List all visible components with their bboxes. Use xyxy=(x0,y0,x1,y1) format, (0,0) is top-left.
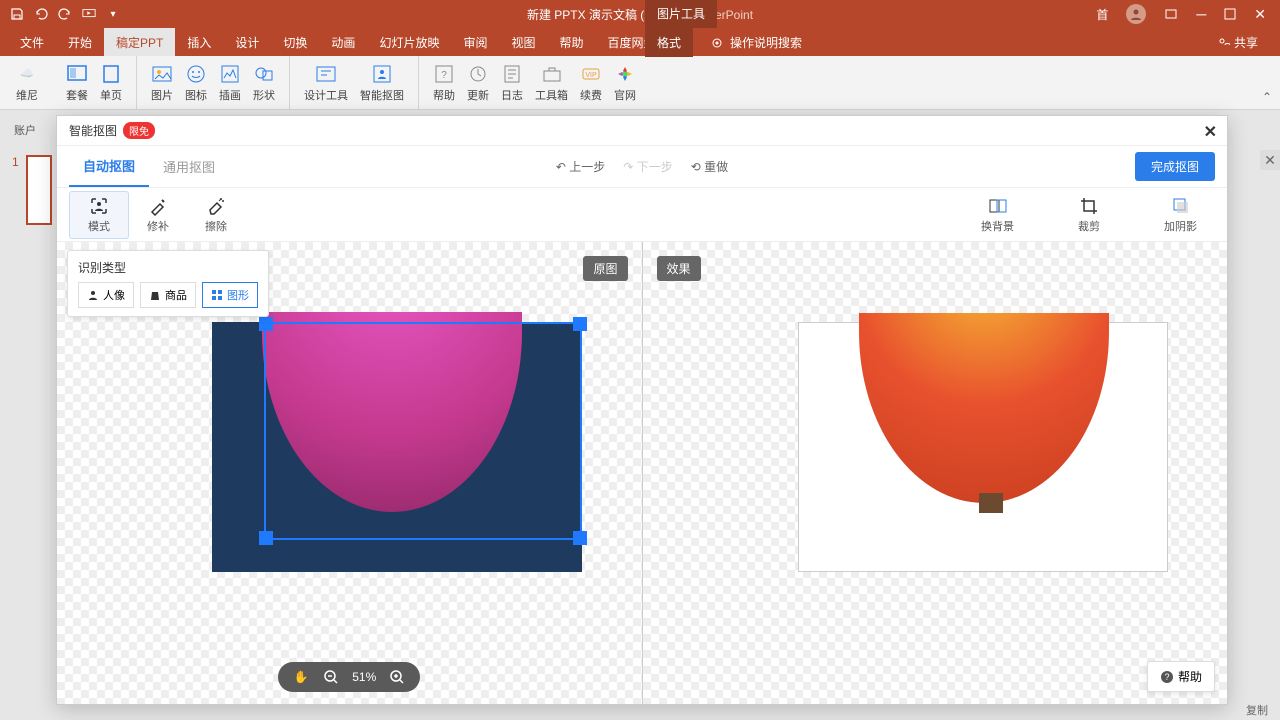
tab-transition[interactable]: 切换 xyxy=(271,28,319,56)
result-label: 效果 xyxy=(657,256,701,281)
tool-erase[interactable]: 擦除 xyxy=(187,196,245,234)
result-pane: 效果 ? 帮助 xyxy=(642,242,1228,704)
original-image[interactable] xyxy=(212,322,582,572)
svg-text:VIP: VIP xyxy=(585,72,597,79)
slide-thumbnail[interactable] xyxy=(26,155,52,225)
maximize-icon[interactable] xyxy=(1224,8,1236,20)
tell-me-search[interactable]: 操作说明搜索 xyxy=(700,28,812,57)
handle-tr[interactable] xyxy=(573,317,587,331)
tool-change-bg[interactable]: 换背景 xyxy=(963,196,1032,234)
rb-log[interactable]: 日志 xyxy=(495,63,529,103)
status-text: 复制 xyxy=(1246,702,1268,718)
share-button[interactable]: 共享 xyxy=(1208,28,1268,57)
original-label: 原图 xyxy=(583,256,627,281)
tab-file[interactable]: 文件 xyxy=(8,28,56,56)
tool-mode[interactable]: 模式 xyxy=(69,191,129,239)
tab-auto-cutout[interactable]: 自动抠图 xyxy=(69,146,149,187)
pan-icon[interactable]: ✋ xyxy=(292,668,310,686)
tool-shadow[interactable]: 加阴影 xyxy=(1146,196,1215,234)
context-tool-tab: 图片工具 xyxy=(645,0,717,28)
modal-close-button[interactable]: ✕ xyxy=(1204,122,1217,142)
help-button[interactable]: ? 帮助 xyxy=(1147,661,1215,692)
zoom-value: 51% xyxy=(352,670,376,684)
tool-crop[interactable]: 裁剪 xyxy=(1060,196,1118,234)
rb-illus[interactable]: 插画 xyxy=(213,63,247,103)
rb-design-tool[interactable]: 设计工具 xyxy=(298,63,354,103)
recog-product[interactable]: 商品 xyxy=(140,282,196,308)
recognition-type-box: 识别类型 人像 商品 图形 xyxy=(67,250,269,317)
reset-button[interactable]: ⟲ 重做 xyxy=(691,158,728,175)
tool-repair[interactable]: 修补 xyxy=(129,196,187,234)
original-pane: 原图 识别类型 人像 商品 图形 ✋ xyxy=(57,242,642,704)
rb-toolbox[interactable]: 工具箱 xyxy=(529,63,574,103)
tab-help[interactable]: 帮助 xyxy=(547,28,595,56)
undo-icon[interactable] xyxy=(34,7,48,21)
collapse-ribbon-icon[interactable]: ⌃ xyxy=(1262,90,1272,104)
rb-icon[interactable]: 图标 xyxy=(179,63,213,103)
svg-text:?: ? xyxy=(441,70,447,81)
rb-template[interactable]: 套餐 xyxy=(60,63,94,103)
window-title: 新建 PPTX 演示文稿 (2).pptx - PowerPoint xyxy=(527,6,753,23)
rb-update[interactable]: 更新 xyxy=(461,63,495,103)
free-badge: 限免 xyxy=(123,122,155,139)
tab-slideshow[interactable]: 幻灯片放映 xyxy=(367,28,451,56)
ribbon-display-icon[interactable] xyxy=(1164,7,1178,21)
tab-general-cutout[interactable]: 通用抠图 xyxy=(149,147,229,186)
avatar[interactable] xyxy=(1126,4,1146,24)
save-icon[interactable] xyxy=(10,7,24,21)
user-label: 首 xyxy=(1096,6,1108,23)
recog-graphic[interactable]: 图形 xyxy=(202,282,258,308)
tab-gaoding[interactable]: 稿定PPT xyxy=(104,28,175,56)
tab-review[interactable]: 审阅 xyxy=(451,28,499,56)
tab-home[interactable]: 开始 xyxy=(56,28,104,56)
rb-single[interactable]: 单页 xyxy=(94,63,128,103)
account-label[interactable]: 账户 xyxy=(14,122,36,138)
handle-bl[interactable] xyxy=(259,531,273,545)
close-pane-button[interactable]: ✕ xyxy=(1260,150,1280,170)
handle-br[interactable] xyxy=(573,531,587,545)
ribbon-tabs: 文件 开始 稿定PPT 插入 设计 切换 动画 幻灯片放映 审阅 视图 帮助 百… xyxy=(0,28,1280,56)
close-icon[interactable]: ✕ xyxy=(1254,6,1266,23)
qat-more-icon[interactable]: ▾ xyxy=(106,7,120,21)
rb-site[interactable]: 官网 xyxy=(608,63,642,103)
slideshow-icon[interactable] xyxy=(82,7,96,21)
modal-title: 智能抠图 xyxy=(69,122,117,139)
recog-title: 识别类型 xyxy=(78,259,258,276)
svg-text:?: ? xyxy=(1164,672,1169,682)
rb-renew[interactable]: VIP续费 xyxy=(574,63,608,103)
tab-view[interactable]: 视图 xyxy=(499,28,547,56)
slide-number: 1 xyxy=(12,155,19,169)
minimize-icon[interactable]: ─ xyxy=(1196,6,1206,22)
rb-shape[interactable]: 形状 xyxy=(247,63,281,103)
rb-help[interactable]: ?帮助 xyxy=(427,63,461,103)
zoom-out-icon[interactable] xyxy=(322,668,340,686)
smart-cutout-panel: 智能抠图 限免 ✕ 自动抠图 通用抠图 ↶ 上一步 ↷ 下一步 ⟲ 重做 完成抠… xyxy=(56,115,1228,705)
zoom-in-icon[interactable] xyxy=(388,668,406,686)
tab-format[interactable]: 格式 xyxy=(645,28,693,57)
finish-button[interactable]: 完成抠图 xyxy=(1135,152,1215,181)
zoom-controls: ✋ 51% xyxy=(278,662,420,692)
handle-tl[interactable] xyxy=(259,317,273,331)
selection-box[interactable] xyxy=(264,322,582,540)
recog-portrait[interactable]: 人像 xyxy=(78,282,134,308)
result-image xyxy=(798,322,1168,572)
rb-image[interactable]: 图片 xyxy=(145,63,179,103)
tab-design[interactable]: 设计 xyxy=(223,28,271,56)
rb-smart-cutout[interactable]: 智能抠图 xyxy=(354,63,410,103)
tab-insert[interactable]: 插入 xyxy=(175,28,223,56)
account-avatar[interactable]: ☁️ 维尼 xyxy=(10,63,44,103)
redo-button: ↷ 下一步 xyxy=(623,158,672,175)
ribbon-content: ☁️ 维尼 套餐 单页 图片 图标 插画 形状 设计工具 智能抠图 ?帮助 更新… xyxy=(0,56,1280,110)
redo-icon[interactable] xyxy=(58,7,72,21)
tab-animation[interactable]: 动画 xyxy=(319,28,367,56)
undo-button[interactable]: ↶ 上一步 xyxy=(556,158,605,175)
